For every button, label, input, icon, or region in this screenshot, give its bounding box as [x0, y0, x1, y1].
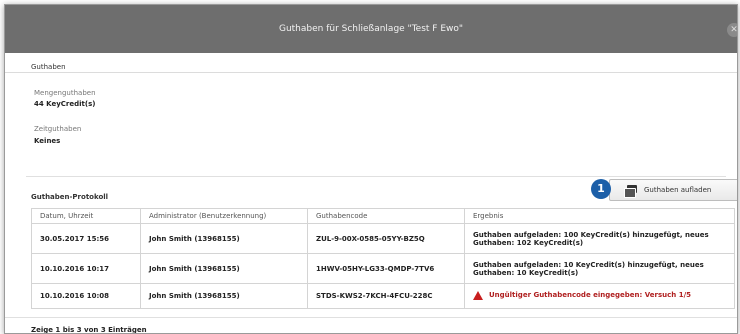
mengen-label: Mengenguthaben: [34, 89, 96, 97]
column-header-ergebnis[interactable]: Ergebnis: [464, 208, 735, 224]
step-badge: 1: [591, 179, 611, 199]
cell-code: 1HWV-05HY-LG33-QMDP-7TV6: [307, 253, 465, 284]
guthaben-aufladen-button[interactable]: Guthaben aufladen: [609, 179, 737, 201]
table-row[interactable]: 30.05.2017 15:56 John Smith (13968155) Z…: [31, 223, 735, 254]
zeit-value: Keines: [34, 137, 61, 145]
cell-ergebnis: Guthaben aufgeladen: 100 KeyCredit(s) hi…: [464, 223, 735, 254]
cell-code: ZUL-9-00X-0585-05YY-BZ5Q: [307, 223, 465, 254]
guthaben-panel: Mengenguthaben 44 KeyCredit(s) Zeitgutha…: [26, 76, 726, 177]
cell-datum: 10.10.2016 10:17: [31, 253, 141, 284]
guthaben-aufladen-label: Guthaben aufladen: [644, 186, 712, 194]
table-header-row: Datum, Uhrzeit Administrator (Benutzerke…: [31, 208, 735, 224]
cell-admin: John Smith (13968155): [140, 283, 308, 309]
protokoll-section-label: Guthaben-Protokoll: [31, 193, 109, 201]
table-footer-info: Zeige 1 bis 3 von 3 Einträgen: [31, 326, 147, 334]
keycard-icon: [624, 184, 638, 198]
table-row[interactable]: 10.10.2016 10:17 John Smith (13968155) 1…: [31, 253, 735, 284]
cell-admin: John Smith (13968155): [140, 253, 308, 284]
warning-triangle-icon: [473, 290, 483, 300]
zeit-label: Zeitguthaben: [34, 125, 82, 133]
column-header-datum[interactable]: Datum, Uhrzeit: [31, 208, 141, 224]
column-header-admin[interactable]: Administrator (Benutzerkennung): [140, 208, 308, 224]
guthaben-section-label: Guthaben: [31, 63, 66, 71]
cell-datum: 10.10.2016 10:08: [31, 283, 141, 309]
protokoll-table: Datum, Uhrzeit Administrator (Benutzerke…: [31, 208, 735, 309]
column-header-code[interactable]: Guthabencode: [307, 208, 465, 224]
cell-ergebnis: Guthaben aufgeladen: 10 KeyCredit(s) hin…: [464, 253, 735, 284]
close-icon[interactable]: ✕: [727, 23, 737, 37]
divider: [5, 317, 737, 318]
mengen-value: 44 KeyCredit(s): [34, 100, 96, 108]
warning-message: Ungültiger Guthabencode eingegeben: Vers…: [473, 290, 692, 300]
table-row[interactable]: 10.10.2016 10:08 John Smith (13968155) S…: [31, 283, 735, 309]
guthaben-dialog: Guthaben für Schließanlage "Test F Ewo" …: [4, 4, 738, 334]
cell-code: STDS-KWS2-7KCH-4FCU-228C: [307, 283, 465, 309]
dialog-title: Guthaben für Schließanlage "Test F Ewo": [278, 24, 464, 34]
cell-admin: John Smith (13968155): [140, 223, 308, 254]
cell-ergebnis: Ungültiger Guthabencode eingegeben: Vers…: [464, 283, 735, 309]
warning-text: Ungültiger Guthabencode eingegeben: Vers…: [489, 291, 692, 299]
divider: [5, 72, 737, 73]
cell-datum: 30.05.2017 15:56: [31, 223, 141, 254]
dialog-titlebar: Guthaben für Schließanlage "Test F Ewo" …: [5, 5, 737, 53]
